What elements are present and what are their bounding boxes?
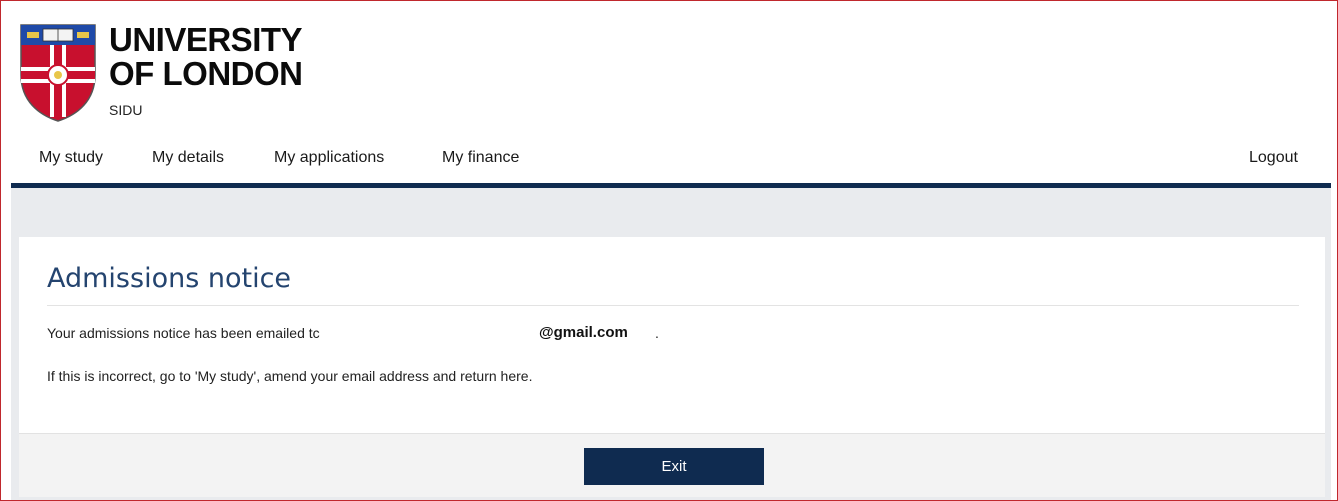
title-divider [47,305,1299,306]
nav-item-my-details[interactable]: My details [152,149,224,167]
university-wordmark: UNIVERSITY OF LONDON [109,21,303,92]
card-footer: Exit [19,433,1325,497]
notice-email-address: @gmail.com [539,324,628,341]
nav-item-my-finance[interactable]: My finance [442,149,519,167]
notice-email-text: Your admissions notice has been emailed … [47,325,320,341]
logout-link[interactable]: Logout [1249,149,1298,167]
page-title: Admissions notice [47,263,292,294]
site-header: UNIVERSITY OF LONDON SIDU My study My de… [1,1,1337,184]
university-crest-icon[interactable] [19,23,97,123]
wordmark-line-2: OF LONDON [109,55,303,92]
nav-item-my-study[interactable]: My study [39,149,103,167]
notice-card: Admissions notice Your admissions notice… [19,237,1325,433]
nav-item-my-applications[interactable]: My applications [274,149,384,167]
wordmark-line-1: UNIVERSITY [109,21,303,58]
page-frame: UNIVERSITY OF LONDON SIDU My study My de… [0,0,1338,501]
main-nav: My study My details My applications My f… [1,137,1337,183]
notice-email-period: . [655,325,659,341]
notice-instructions: If this is incorrect, go to 'My study', … [47,368,533,384]
sub-brand: SIDU [109,102,143,118]
exit-button[interactable]: Exit [584,448,764,485]
